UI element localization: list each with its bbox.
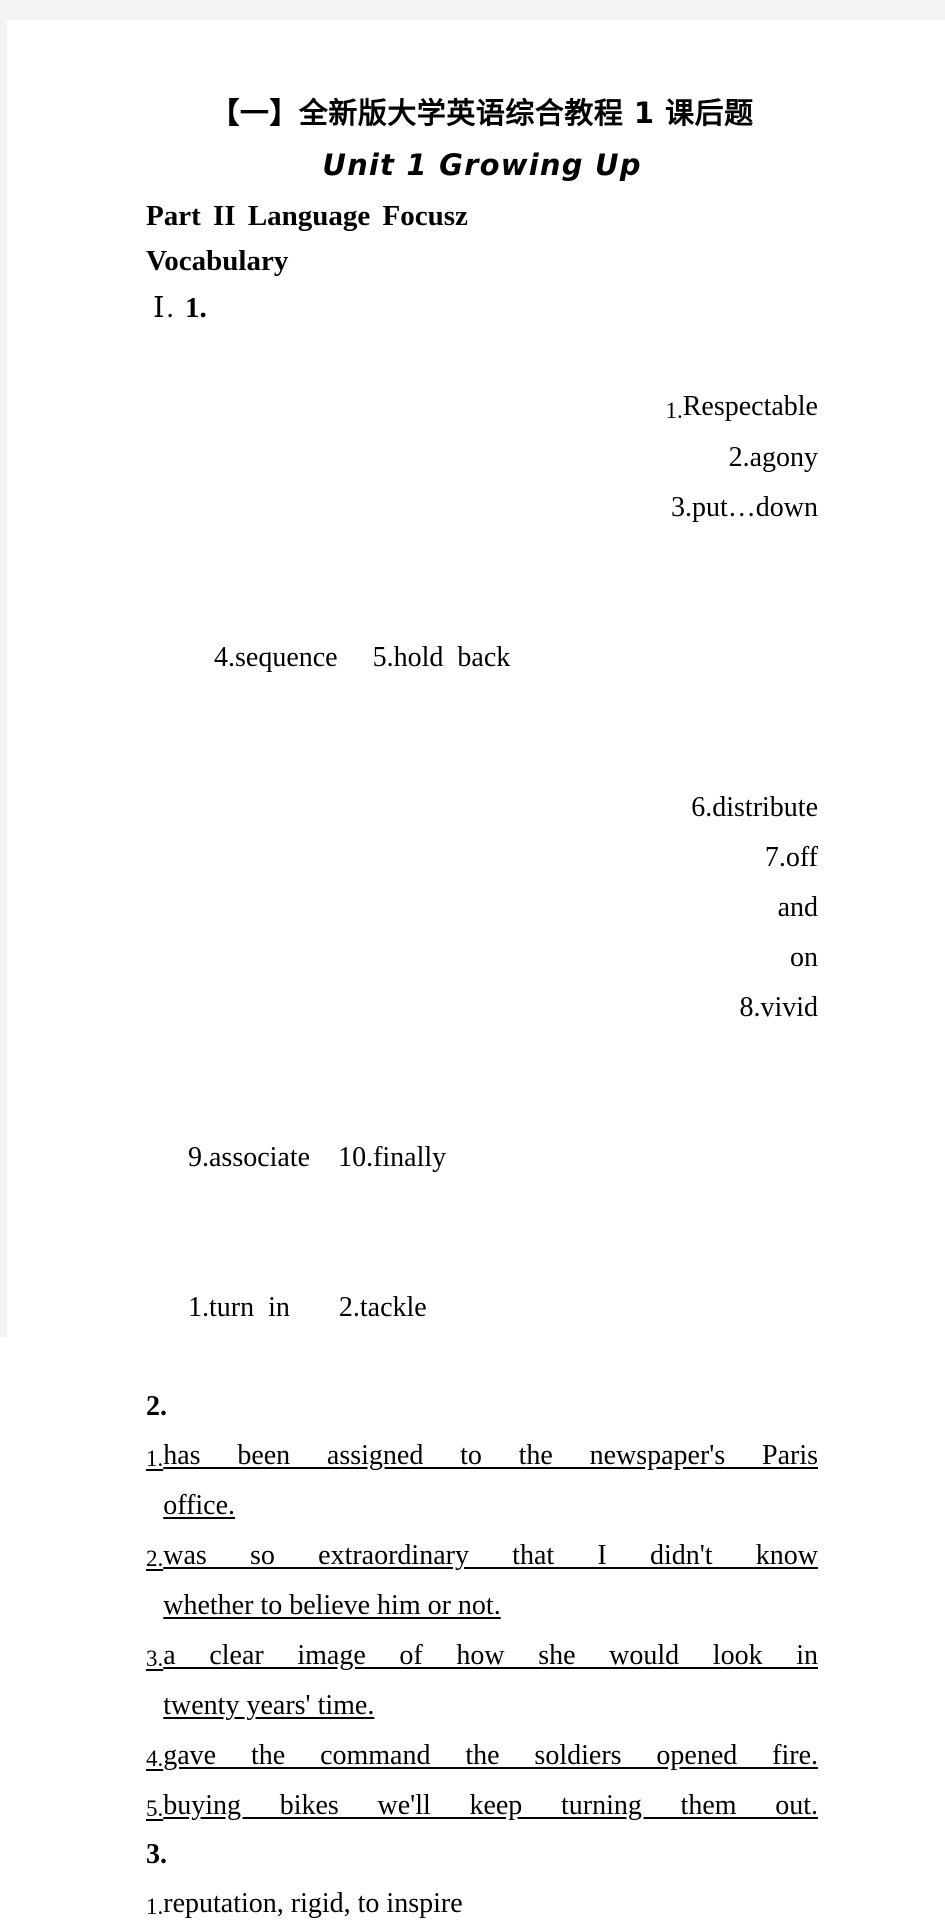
answer-word: on xyxy=(790,942,818,973)
answer-text-line: has been assigned to the newspaper's Par… xyxy=(163,1440,818,1471)
answer-text: has been assigned to the newspaper's Par… xyxy=(163,1431,818,1481)
list-marker: 1. xyxy=(146,1894,164,1919)
part-heading: Part II Language Focusz xyxy=(146,200,468,232)
exercise-3-item-1: 1. reputation, rigid, to inspire xyxy=(146,1879,818,1929)
roman-separator: . xyxy=(166,292,185,324)
exercise-2-item-2-cont: whether to believe him or not. xyxy=(146,1581,818,1631)
answer-line-5: 1.turn in 2.tackle xyxy=(146,1233,818,1383)
list-marker-spacer xyxy=(146,1584,163,1634)
answer-line-1: 1.Respectable 2.agony 3.put…down xyxy=(146,332,818,583)
exercise-2-item-1: 1. has been assigned to the newspaper's … xyxy=(146,1431,818,1481)
list-marker-spacer xyxy=(146,1484,163,1534)
answer-line-4: 9.associate 10.finally xyxy=(146,1083,818,1233)
answer-text-line: twenty years' time. xyxy=(163,1690,375,1721)
document-content: 【一】全新版大学英语综合教程 1 课后题 Unit 1 Growing Up P… xyxy=(146,90,818,1929)
answer-word: 2.tackle xyxy=(338,1292,427,1323)
answer-word: 10.finally xyxy=(338,1142,447,1173)
exercise-2-item-2: 2. was so extraordinary that I didn't kn… xyxy=(146,1531,818,1581)
page-top-gutter xyxy=(0,0,945,20)
answer-text-line: buying bikes we'll keep turning them out… xyxy=(163,1790,818,1821)
list-marker-spacer xyxy=(146,1684,163,1734)
answer-word: 9.associate xyxy=(188,1142,311,1173)
answer-word: 7.off xyxy=(764,842,818,873)
vocabulary-heading: Vocabulary xyxy=(146,245,289,277)
answer-text-line: a clear image of how she would look in xyxy=(163,1640,818,1671)
list-marker: 3. xyxy=(146,1646,164,1671)
answer-word: 4.sequence xyxy=(214,642,338,673)
answer-word: Respectable xyxy=(682,391,818,422)
answer-word: 5.hold back xyxy=(372,642,511,673)
answer-word: 8.vivid xyxy=(739,992,818,1023)
answer-word: 3.put…down xyxy=(671,492,818,523)
answer-word: 2.agony xyxy=(728,442,818,473)
document-page: 【一】全新版大学英语综合教程 1 课后题 Unit 1 Growing Up P… xyxy=(7,20,945,1919)
list-marker: 4. xyxy=(146,1746,164,1771)
list-marker: 1. xyxy=(665,398,683,423)
unit-title: Unit 1 Growing Up xyxy=(322,148,642,182)
document-title-chinese: 【一】全新版大学英语综合教程 1 课后题 xyxy=(210,96,754,130)
answer-word: 1.turn in xyxy=(188,1292,290,1323)
answer-text-line: office. xyxy=(163,1490,236,1521)
exercise-2-item-3: 3. a clear image of how she would look i… xyxy=(146,1631,818,1681)
exercise-1-number: 1. xyxy=(184,292,207,324)
list-marker: 5. xyxy=(146,1796,164,1821)
answer-text-line: was so extraordinary that I didn't know xyxy=(163,1540,818,1571)
exercise-2-item-1-cont: office. xyxy=(146,1481,818,1531)
exercise-3-number: 3. xyxy=(146,1839,167,1870)
answer-word: and xyxy=(777,892,818,923)
exercise-2-number: 2. xyxy=(146,1391,167,1422)
answer-word: 6.distribute xyxy=(691,792,818,823)
exercise-2-item-5: 5. buying bikes we'll keep turning them … xyxy=(146,1781,818,1831)
answer-line-2: 4.sequence 5.hold back xyxy=(146,583,818,733)
roman-numeral: Ⅰ xyxy=(153,292,167,324)
answer-text-line: reputation, rigid, to inspire xyxy=(163,1888,463,1919)
exercise-1-label: Ⅰ. 1. xyxy=(146,284,818,332)
page-left-gutter xyxy=(0,0,7,1337)
answer-text-line: gave the command the soldiers opened fir… xyxy=(163,1740,818,1771)
answer-line-3: 6.distribute 7.off and on 8.vivid xyxy=(146,733,818,1083)
list-marker: 1. xyxy=(146,1446,164,1471)
exercise-2-item-4: 4. gave the command the soldiers opened … xyxy=(146,1731,818,1781)
list-marker: 2. xyxy=(146,1546,164,1571)
exercise-2-item-3-cont: twenty years' time. xyxy=(146,1681,818,1731)
answer-text-line: whether to believe him or not. xyxy=(163,1590,501,1621)
